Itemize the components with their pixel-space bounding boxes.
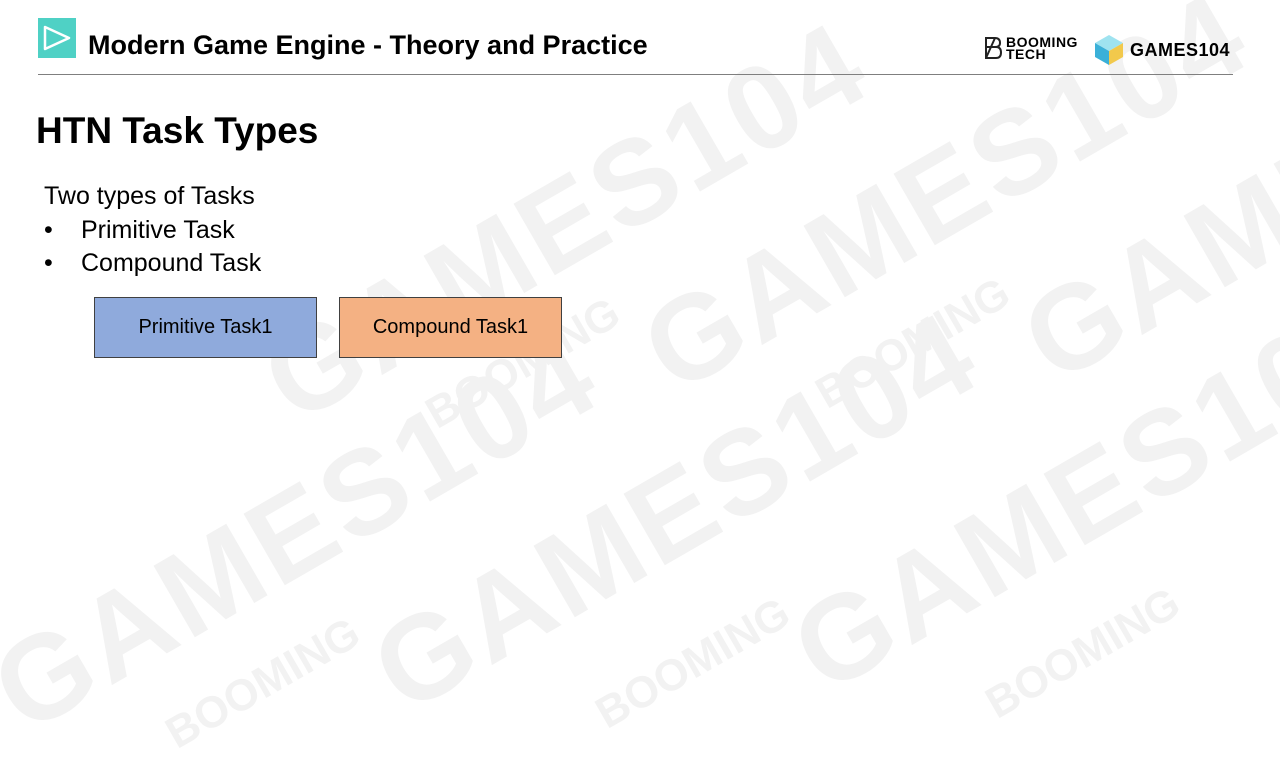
watermark-games104: GAMES104: [0, 305, 621, 758]
watermark-booming-tech: BOOMING: [587, 588, 799, 739]
primitive-task-box: Primitive Task1: [94, 297, 317, 358]
intro-text: Two types of Tasks: [44, 182, 255, 210]
booming-tech-logo: BOOMING TECH: [983, 35, 1078, 61]
bullet-text: Compound Task: [81, 249, 262, 277]
course-title: Modern Game Engine - Theory and Practice: [88, 30, 648, 60]
bullet-dot: •: [44, 249, 53, 277]
games104-logo: GAMES104: [1094, 34, 1230, 66]
watermark-games104: GAMES104: [241, 0, 891, 448]
slide-play-logo-icon: [38, 18, 76, 58]
bullet-item: • Primitive Task: [44, 214, 261, 247]
watermark-booming-tech: BOOMING: [977, 578, 1189, 729]
bullet-text: Primitive Task: [81, 216, 235, 244]
bullet-dot: •: [44, 216, 53, 244]
bullet-item: • Compound Task: [44, 247, 261, 280]
compound-task-box: Compound Task1: [339, 297, 562, 358]
header-divider: [38, 74, 1233, 75]
watermark-booming-tech: BOOMING: [807, 268, 1019, 419]
watermark-games104: GAMES104: [771, 265, 1280, 718]
slide-title: HTN Task Types: [36, 110, 319, 151]
booming-b-icon: [985, 37, 1003, 59]
games104-cube-icon: [1095, 35, 1123, 65]
bullet-list: • Primitive Task • Compound Task: [44, 214, 261, 280]
watermark-booming-tech: BOOMING: [157, 608, 369, 759]
games104-text: GAMES104: [1130, 39, 1231, 60]
